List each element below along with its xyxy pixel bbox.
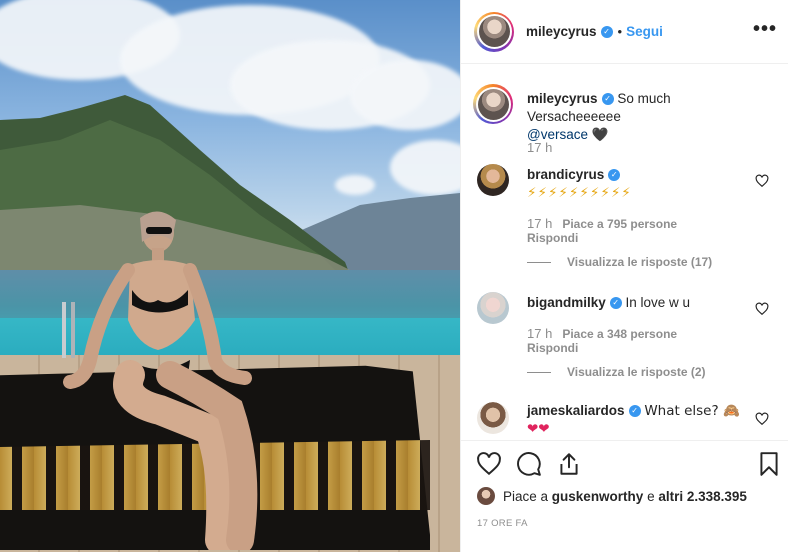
comment-meta: 17 h Piace a 348 persone Rispondi	[527, 326, 677, 355]
view-replies-button[interactable]: Visualizza le risposte (2)	[527, 365, 706, 379]
verified-badge-icon: ✓	[608, 169, 621, 182]
lightning-emojis: ⚡⚡⚡⚡⚡⚡⚡⚡⚡⚡	[527, 185, 632, 201]
caption-age[interactable]: 17 h	[527, 140, 552, 155]
liker-avatar	[477, 487, 495, 505]
comment-like-heart-icon[interactable]	[755, 302, 769, 316]
comment-body: jameskaliardos ✓ What else? 🙈 ❤❤	[527, 402, 753, 438]
author-avatar[interactable]	[474, 11, 514, 52]
follow-button[interactable]: Segui	[626, 24, 663, 39]
comment-text: In love w u	[625, 295, 691, 310]
black-heart-icon: 🖤	[591, 127, 609, 143]
comment-like-heart-icon[interactable]	[755, 174, 769, 188]
comment-age[interactable]: 17 h	[527, 216, 552, 231]
comment-item: bigandmilky ✓ In love w u 17 h Piace a 34…	[461, 290, 788, 395]
author-username[interactable]: mileycyrus	[526, 24, 597, 39]
comment-avatar[interactable]	[477, 402, 509, 434]
person	[63, 211, 258, 550]
reply-button[interactable]: Rispondi	[527, 231, 578, 245]
view-replies-label: Visualizza le risposte (17)	[567, 255, 713, 269]
comment-username[interactable]: jameskaliardos	[527, 403, 625, 418]
comment-icon[interactable]	[516, 451, 542, 477]
view-replies-button[interactable]: Visualizza le risposte (17)	[527, 255, 712, 269]
comment-likes[interactable]: Piace a 348 persone	[562, 327, 677, 341]
likes-summary[interactable]: Piace a guskenworthy e altri 2.338.395	[477, 487, 747, 505]
share-icon[interactable]	[556, 451, 582, 477]
post-panel: mileycyrus ✓ • Segui ••• mileycyrus ✓ So …	[460, 0, 788, 552]
caption-avatar[interactable]	[473, 84, 513, 124]
comment-like-heart-icon[interactable]	[755, 412, 769, 426]
verified-badge-icon: ✓	[601, 93, 614, 106]
likes-user[interactable]: guskenworthy	[552, 489, 644, 504]
red-hearts-emoji: ❤❤	[527, 421, 550, 437]
view-replies-label: Visualizza le risposte (2)	[567, 365, 706, 379]
heart-icon[interactable]	[476, 451, 502, 477]
post-actions: Piace a guskenworthy e altri 2.338.395 1…	[461, 440, 788, 552]
reply-button[interactable]: Rispondi	[527, 341, 578, 355]
comment-username[interactable]: brandicyrus	[527, 167, 604, 182]
verified-badge-icon: ✓	[609, 297, 622, 310]
verified-badge-icon: ✓	[628, 405, 641, 418]
likes-prefix: Piace a	[503, 488, 549, 504]
comment-item: jameskaliardos ✓ What else? 🙈 ❤❤	[461, 400, 788, 440]
replies-divider	[527, 261, 551, 263]
comment-item: brandicyrus ✓ ⚡⚡⚡⚡⚡⚡⚡⚡⚡⚡ 17 h Piace a 795…	[461, 160, 788, 275]
verified-badge-icon: ✓	[600, 25, 613, 38]
comment-body: brandicyrus ✓ ⚡⚡⚡⚡⚡⚡⚡⚡⚡⚡	[527, 166, 753, 202]
caption-body: mileycyrus ✓ So much Versacheeeeee @versa…	[527, 90, 753, 144]
likes-middle: e	[643, 488, 659, 504]
post-timestamp[interactable]: 17 ORE FA	[477, 518, 528, 529]
comment-likes[interactable]: Piace a 795 persone	[562, 217, 677, 231]
caption: mileycyrus ✓ So much Versacheeeeee @versa…	[461, 80, 788, 160]
comment-text: What else? 🙈	[644, 403, 740, 419]
comment-avatar[interactable]	[477, 164, 509, 196]
likes-others[interactable]: altri 2.338.395	[658, 489, 747, 504]
comment-avatar[interactable]	[477, 292, 509, 324]
post-header: mileycyrus ✓ • Segui •••	[461, 0, 788, 64]
header-separator: •	[617, 24, 623, 39]
caption-username[interactable]: mileycyrus	[527, 91, 598, 106]
comment-meta: 17 h Piace a 795 persone Rispondi	[527, 216, 677, 245]
comment-age[interactable]: 17 h	[527, 326, 552, 341]
replies-divider	[527, 371, 551, 373]
comment-body: bigandmilky ✓ In love w u	[527, 294, 753, 312]
post-photo[interactable]	[0, 0, 460, 552]
comment-username[interactable]: bigandmilky	[527, 295, 606, 310]
more-options-icon[interactable]: •••	[753, 18, 777, 41]
bookmark-icon[interactable]	[756, 451, 782, 477]
